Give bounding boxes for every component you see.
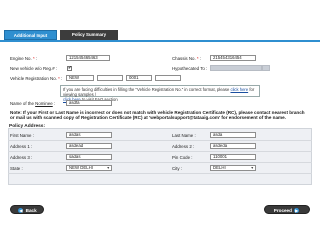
- pincode-input[interactable]: 110001: [210, 154, 256, 160]
- policy-address-panel: [8, 128, 312, 185]
- tab-additional-input[interactable]: Additional Input: [4, 30, 57, 40]
- new-vehicle-checkbox[interactable]: ✔: [67, 65, 72, 71]
- last-name-input[interactable]: asda: [210, 132, 256, 138]
- reg-part3-input[interactable]: 0001: [126, 75, 152, 81]
- reg-label: Vehicle Registration No. * :: [10, 76, 63, 81]
- address1-label: Address 1 :: [10, 144, 33, 149]
- new-vehicle-label: New vehicle w/o Reg.# :: [10, 66, 58, 71]
- chassis-label: Chassis No. * :: [172, 56, 202, 61]
- state-select[interactable]: NEW DELHI ▼: [66, 165, 112, 171]
- first-name-label: First Name :: [10, 133, 34, 138]
- address2-label: Address 2 :: [172, 144, 195, 149]
- back-arrow-icon: ◀: [18, 208, 24, 214]
- chevron-down-icon: ▼: [250, 166, 254, 170]
- address2-input[interactable]: asdeda: [210, 143, 256, 149]
- row-divider: [8, 162, 312, 163]
- address3-label: Address 3 :: [10, 155, 33, 160]
- reg-part1-input[interactable]: NEW: [66, 75, 94, 81]
- address3-input[interactable]: sadas: [66, 154, 112, 160]
- sample-link[interactable]: click here: [230, 87, 248, 92]
- hypothecated-label: Hypothecated To :: [172, 66, 208, 71]
- reg-part2-input[interactable]: [97, 75, 123, 81]
- engine-label: Engine No. * :: [10, 56, 38, 61]
- address1-input[interactable]: asdead: [66, 143, 112, 149]
- hypothecated-field[interactable]: [210, 65, 262, 71]
- pincode-label: Pin Code :: [172, 155, 193, 160]
- hypothecated-dropdown-button[interactable]: [262, 65, 270, 71]
- tab-underline: [0, 40, 320, 42]
- state-label: State :: [10, 166, 23, 171]
- city-label: City :: [172, 166, 183, 171]
- back-button[interactable]: ◀ Back: [10, 205, 44, 214]
- nominee-name-input[interactable]: asdfa: [66, 100, 112, 106]
- first-name-input[interactable]: asdas: [66, 132, 112, 138]
- nominee-label: Name of the Nominee :: [10, 101, 56, 106]
- check-icon: ✔: [68, 65, 72, 70]
- name-mismatch-warning: Note: If your First or Last Name is inco…: [10, 110, 305, 121]
- tab-policy-summary[interactable]: Policy Summary: [60, 30, 118, 40]
- chevron-down-icon: ▼: [106, 166, 110, 170]
- engine-no-input[interactable]: 121545465463: [66, 55, 110, 61]
- row-divider: [8, 140, 312, 141]
- reg-part4-input[interactable]: [155, 75, 181, 81]
- proceed-button[interactable]: Proceed ▶: [264, 205, 310, 214]
- row-divider: [8, 173, 312, 174]
- last-name-label: Last Name :: [172, 133, 196, 138]
- row-divider: [8, 151, 312, 152]
- reg-help-info: If you are facing difficulties in fillin…: [60, 85, 260, 102]
- chassis-no-input[interactable]: 215454316454: [210, 55, 256, 61]
- city-select[interactable]: DELHI ▼: [210, 165, 256, 171]
- next-arrow-icon: ▶: [294, 208, 300, 214]
